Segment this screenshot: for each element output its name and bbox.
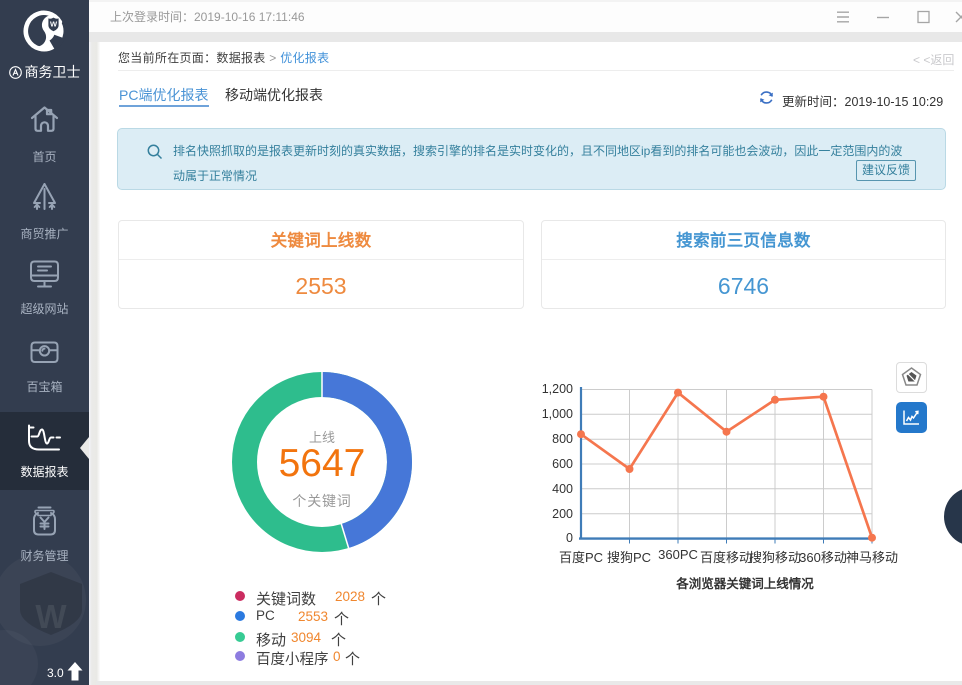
svg-text:W: W: [50, 20, 58, 29]
svg-text:W: W: [35, 598, 67, 635]
